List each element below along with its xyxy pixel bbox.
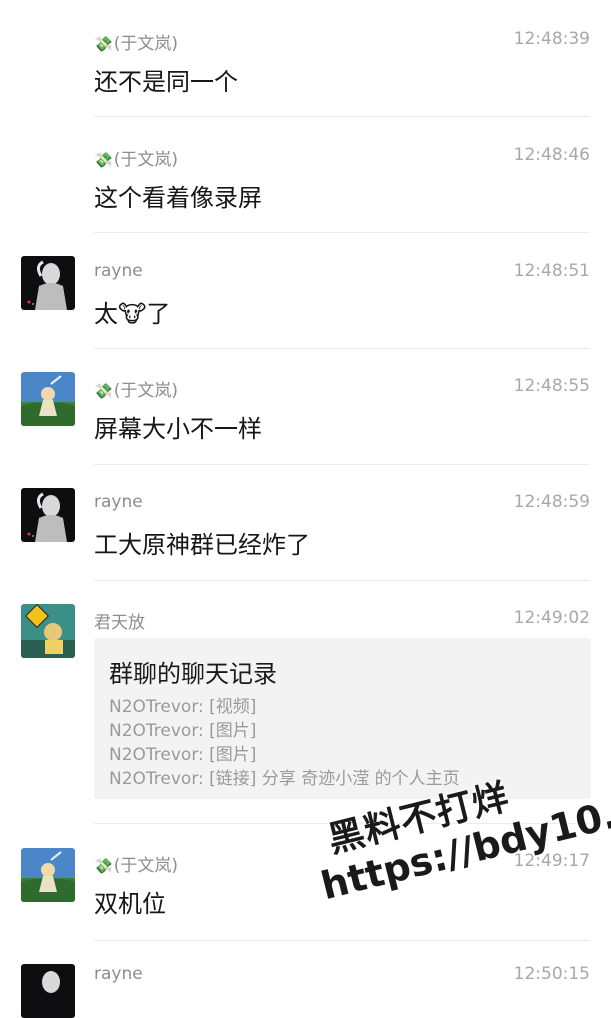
divider [94,116,590,117]
card-line: N2OTrevor: [视频] [109,697,257,717]
avatar[interactable] [21,848,75,902]
message-text[interactable]: 这个看着像录屏 [94,178,262,213]
message-text[interactable]: 还不是同一个 [94,62,238,97]
sender-name[interactable]: 💸(于文岚) [94,376,178,401]
divider [94,823,590,824]
message-time: 12:49:02 [513,608,590,628]
rayne-avatar-icon [21,964,75,1018]
avatar[interactable] [21,964,75,1018]
avatar[interactable] [21,488,75,542]
message-time: 12:48:51 [513,261,590,281]
card-line: N2OTrevor: [链接] 分享 奇迹小滢 的个人主页 [109,769,460,789]
sender-name[interactable]: rayne [94,964,143,984]
avatar[interactable] [21,604,75,658]
sender-name[interactable]: 君天放 [94,608,145,633]
card-title: 群聊的聊天记录 [109,660,277,688]
yuwenlan-avatar-icon [21,848,75,902]
money-emoji: 💸 [94,857,113,875]
rayne-avatar-icon [21,488,75,542]
sender-name[interactable]: 💸(于文岚) [94,29,178,54]
divider [94,348,590,349]
message-time: 12:50:15 [513,964,590,984]
message-time: 12:48:46 [513,145,590,165]
watermark-line2: https://bdy10.co [316,780,611,909]
card-line: N2OTrevor: [图片] [109,721,257,741]
divider [94,232,590,233]
sender-name[interactable]: 💸(于文岚) [94,145,178,170]
message-time: 12:48:59 [513,492,590,512]
juntianfang-avatar-icon [21,604,75,658]
sender-name[interactable]: rayne [94,492,143,512]
sender-name[interactable]: rayne [94,261,143,281]
money-emoji: 💸 [94,151,113,169]
message-time: 12:48:55 [513,376,590,396]
divider [94,580,590,581]
message-text[interactable]: 太🐮了 [94,294,170,329]
avatar[interactable] [21,372,75,426]
chat-history-card[interactable]: 群聊的聊天记录 N2OTrevor: [视频] N2OTrevor: [图片] … [94,638,591,799]
divider [94,464,590,465]
money-emoji: 💸 [94,35,113,53]
message-text[interactable]: 屏幕大小不一样 [94,409,262,444]
message-time: 12:48:39 [513,29,590,49]
rayne-avatar-icon [21,256,75,310]
sender-name[interactable]: 💸(于文岚) [94,851,178,876]
card-line: N2OTrevor: [图片] [109,745,257,765]
message-text[interactable]: 工大原神群已经炸了 [94,525,310,560]
message-text[interactable]: 双机位 [94,884,166,919]
avatar[interactable] [21,256,75,310]
yuwenlan-avatar-icon [21,372,75,426]
divider [94,940,590,941]
money-emoji: 💸 [94,382,113,400]
message-time: 12:49:17 [513,851,590,871]
